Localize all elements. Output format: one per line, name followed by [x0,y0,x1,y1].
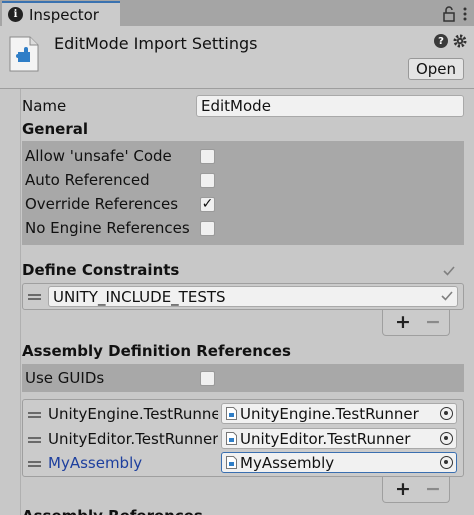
lock-icon[interactable] [441,6,457,22]
checkbox-no-engine-references[interactable] [200,221,215,236]
ref-field-myassembly[interactable]: MyAssembly [221,452,457,473]
define-constraints-heading: Define Constraints [22,261,180,279]
open-button[interactable]: Open [408,58,464,80]
object-picker-icon[interactable] [440,407,453,420]
use-guids-panel: Use GUIDs [22,364,464,392]
ref-value-unityengine-testrunner: UnityEngine.TestRunner [240,404,419,423]
ref-field-unityeditor-testrunner[interactable]: UnityEditor.TestRunner [221,428,457,449]
inspector-header: EditMode Import Settings ? Open [0,26,474,89]
assembly-definition-icon [9,36,39,72]
indent-guide [20,89,21,515]
constraint-input[interactable]: UNITY_INCLUDE_TESTS [48,286,458,307]
remove-assembly-ref-button[interactable]: − [425,479,441,499]
name-label: Name [22,97,67,115]
add-constraint-button[interactable]: + [395,312,411,332]
assembly-refs-footer: + − [382,477,450,503]
assembly-refs-list: UnityEngine.TestRunner UnityEngine.TestR… [22,399,464,477]
checkbox-override-references[interactable]: ✓ [200,197,215,212]
object-picker-icon[interactable] [440,456,453,469]
add-assembly-ref-button[interactable]: + [395,479,411,499]
checkmark-icon [443,266,455,276]
general-panel: Allow 'unsafe' Code Auto Referenced Over… [22,141,464,245]
general-heading: General [22,120,88,138]
info-icon: i [8,7,23,22]
tab-inspector-label: Inspector [29,5,99,24]
name-input[interactable]: EditMode [196,95,464,117]
use-guids-label: Use GUIDs [25,369,105,387]
remove-constraint-button[interactable]: − [425,312,441,332]
option-label-override-references: Override References [25,195,179,213]
ref-label-unityeditor-testrunner: UnityEditor.TestRunner [48,430,218,448]
inspector-content: Name EditMode General Allow 'unsafe' Cod… [0,89,474,515]
assembly-references-heading: Assembly References [22,507,203,515]
ref-label-unityengine-testrunner: UnityEngine.TestRunner [48,405,218,423]
ref-label-myassembly: MyAssembly [48,454,143,472]
checkbox-auto-referenced[interactable] [200,173,215,188]
option-label-no-engine-references: No Engine References [25,219,190,237]
help-icon[interactable]: ? [434,34,448,48]
ref-field-unityengine-testrunner[interactable]: UnityEngine.TestRunner [221,403,457,424]
ref-value-myassembly: MyAssembly [240,453,335,472]
checkbox-use-guids[interactable] [200,371,215,386]
ref-value-unityeditor-testrunner: UnityEditor.TestRunner [240,429,411,448]
kebab-menu-icon[interactable] [458,6,472,22]
inspector-window: i Inspector EditMode Import Settings ? O… [0,0,474,515]
assembly-asset-icon [226,407,237,420]
tab-bar: i Inspector [0,0,474,27]
assembly-asset-icon [226,432,237,445]
drag-handle-icon[interactable] [28,461,41,467]
gear-icon[interactable] [452,33,468,49]
drag-handle-icon[interactable] [28,294,41,300]
drag-handle-icon[interactable] [28,437,41,443]
assembly-asset-icon [226,456,237,469]
option-label-allow-unsafe: Allow 'unsafe' Code [25,147,172,165]
object-picker-icon[interactable] [440,432,453,445]
checkmark-icon [441,291,453,301]
page-title: EditMode Import Settings [54,34,258,53]
define-constraints-footer: + − [382,310,450,336]
assembly-refs-heading: Assembly Definition References [22,342,291,360]
define-constraints-list: UNITY_INCLUDE_TESTS [22,283,464,310]
checkbox-allow-unsafe[interactable] [200,149,215,164]
option-label-auto-referenced: Auto Referenced [25,171,150,189]
drag-handle-icon[interactable] [28,412,41,418]
tab-inspector[interactable]: i Inspector [2,1,120,26]
